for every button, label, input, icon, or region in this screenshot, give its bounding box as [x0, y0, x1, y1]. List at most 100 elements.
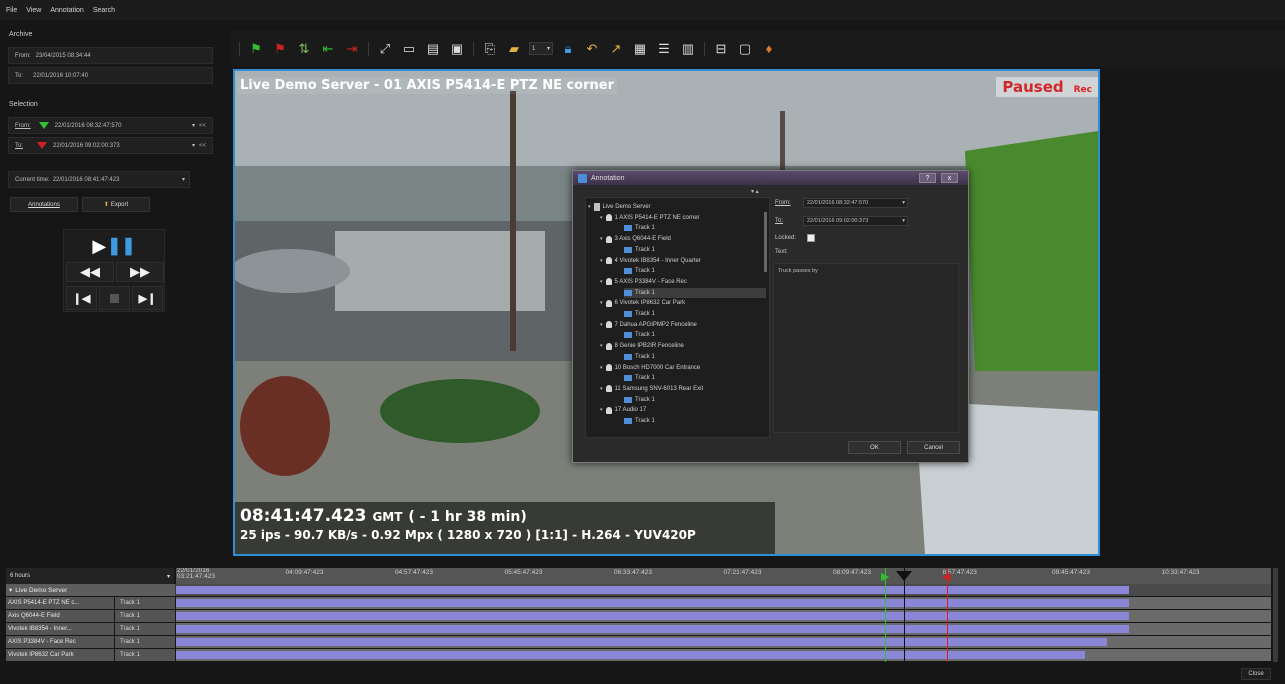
tree-expand-icon[interactable]: ▾ — [600, 407, 603, 413]
timeline-camera-name[interactable]: AXIS P5414-E PTZ NE c... — [6, 597, 114, 609]
tree-item-track[interactable]: Track 1 — [624, 352, 766, 362]
help-button[interactable]: ? — [919, 173, 936, 183]
menu-search[interactable]: Search — [93, 7, 115, 14]
annotations-button[interactable]: Annotations — [10, 197, 78, 212]
tree-expand-icon[interactable]: ▾ — [600, 236, 603, 242]
dialog-close-button[interactable]: x — [941, 173, 958, 183]
timeline-track-area[interactable] — [176, 597, 1271, 609]
tree-expand-icon[interactable]: ▾ — [600, 258, 603, 264]
set-end-marker-icon[interactable]: ⚑ — [271, 40, 289, 58]
microphone-icon[interactable]: ♦ — [760, 40, 778, 58]
goto-end-marker-icon[interactable]: ⇥ — [343, 40, 361, 58]
tree-item-track[interactable]: Track 1 — [624, 245, 766, 255]
selection-from-dropdown-icon[interactable]: ▾ — [192, 122, 195, 129]
zoom-select[interactable]: 1 ▾ — [529, 42, 553, 55]
tree-item-track[interactable]: Track 1 — [624, 416, 766, 426]
tree-item-camera[interactable]: ▾ 5 AXIS P3384V - Face Rec — [600, 277, 766, 287]
redo-icon[interactable]: ↗ — [607, 40, 625, 58]
tree-item-track[interactable]: Track 1 — [624, 287, 766, 298]
tree-item-camera[interactable]: ▾ 11 Samsung SNV-6013 Rear Exit — [600, 384, 766, 394]
locked-checkbox[interactable] — [807, 234, 815, 242]
close-button[interactable]: Close — [1241, 668, 1271, 680]
start-flag-icon[interactable]: ▶ — [881, 570, 889, 583]
tree-item-server[interactable]: ▾ Live Demo Server — [588, 202, 766, 212]
tree-item-audio[interactable]: ▾ 17 Audio 17 — [600, 405, 766, 415]
folder-icon[interactable]: ▰ — [505, 40, 523, 58]
undo-icon[interactable]: ↶ — [583, 40, 601, 58]
cancel-button[interactable]: Cancel — [907, 441, 960, 454]
dialog-from-field[interactable]: 22/01/2016 08:32:47:570 ▾ — [803, 198, 908, 208]
set-start-marker-icon[interactable]: ⚑ — [247, 40, 265, 58]
tree-item-track[interactable]: Track 1 — [624, 395, 766, 405]
snapshot-icon[interactable]: ▣ — [448, 40, 466, 58]
timeline-row[interactable]: Vivotek IP8632 Car Park Track 1 — [6, 649, 1271, 662]
tree-expand-icon[interactable]: ▾ — [600, 300, 603, 306]
tree-expand-icon[interactable]: ▾ — [600, 215, 603, 221]
end-flag-icon[interactable]: ◀ — [942, 570, 950, 583]
timeline-scrollbar[interactable] — [1273, 568, 1278, 662]
timeline-row[interactable]: AXIS P5414-E PTZ NE c... Track 1 — [6, 597, 1271, 610]
screen-icon[interactable]: ▢ — [736, 40, 754, 58]
tree-item-camera[interactable]: ▾ 3 Axis Q6044-E Field — [600, 234, 766, 244]
timeline-row[interactable]: Axis Q6044-E Field Track 1 — [6, 610, 1271, 623]
menu-view[interactable]: View — [26, 7, 41, 14]
play-pause-button[interactable]: ▶ ❚❚ — [64, 232, 164, 260]
fullscreen-icon[interactable]: ⤢ — [376, 40, 394, 58]
menu-file[interactable]: File — [6, 7, 17, 14]
tree-collapse-icon[interactable]: ▾ ▴ — [751, 188, 759, 195]
tree-item-track[interactable]: Track 1 — [624, 373, 766, 383]
timeline-range-select[interactable]: 6 hours ▾ — [6, 568, 174, 584]
tree-item-track[interactable]: Track 1 — [624, 266, 766, 276]
dialog-to-field[interactable]: 22/01/2016 09:02:00:373 ▾ — [803, 216, 908, 226]
playhead-icon[interactable] — [896, 571, 912, 581]
timeline-camera-name[interactable]: AXIS P3384V - Face Rec — [6, 636, 114, 648]
selection-to-dropdown-icon[interactable]: ▾ — [192, 142, 195, 149]
layout-icon[interactable]: ▤ — [424, 40, 442, 58]
tree-expand-icon[interactable]: ▾ — [600, 386, 603, 392]
tree-expand-icon[interactable]: ▾ — [600, 365, 603, 371]
window-icon[interactable]: ⊟ — [712, 40, 730, 58]
server-track-area[interactable] — [176, 584, 1271, 596]
tree-item-camera[interactable]: ▾ 4 Vivotek IB8354 - Inner Quarter — [600, 256, 766, 266]
ok-button[interactable]: OK — [848, 441, 901, 454]
timeline-track-area[interactable] — [176, 636, 1271, 648]
bookmark-icon[interactable]: ▦ — [631, 40, 649, 58]
timeline-camera-name[interactable]: Vivotek IB8354 - Inner... — [6, 623, 114, 635]
export-clip-icon[interactable]: ⎘ — [481, 40, 499, 58]
tree-item-camera[interactable]: ▾ 1 AXIS P5414-E PTZ NE corner — [600, 213, 766, 223]
selection-to-rewind-button[interactable]: << — [199, 143, 206, 149]
current-time-dropdown-icon[interactable]: ▾ — [182, 176, 185, 183]
timeline-row[interactable]: AXIS P3384V - Face Rec Track 1 — [6, 636, 1271, 649]
monitor-icon[interactable]: ▭ — [400, 40, 418, 58]
skip-forward-button[interactable]: ▶❙ — [132, 286, 163, 310]
tree-scrollbar[interactable] — [764, 212, 767, 272]
goto-start-marker-icon[interactable]: ⇤ — [319, 40, 337, 58]
timeline-camera-name[interactable]: Axis Q6044-E Field — [6, 610, 114, 622]
camera-tree[interactable]: ▾ Live Demo Server ▾ 1 AXIS P5414-E PTZ NE … — [585, 197, 770, 438]
timeline-track-area[interactable] — [176, 623, 1271, 635]
selection-to-value[interactable]: 22/01/2016 09:02:00:373 — [53, 143, 120, 149]
rewind-button[interactable]: ◀◀ — [66, 262, 114, 282]
fast-forward-button[interactable]: ▶▶ — [116, 262, 164, 282]
dialog-titlebar[interactable]: Annotation — [573, 171, 968, 185]
selection-from-rewind-button[interactable]: << — [199, 123, 206, 129]
timeline-ruler[interactable]: 22/01/2016 03:21:47:423 04:09:47:423 04:57… — [176, 568, 1271, 584]
tree-expand-icon[interactable]: ▾ — [600, 279, 603, 285]
select-both-icon[interactable]: ⇅ — [295, 40, 313, 58]
columns-icon[interactable]: ▥ — [679, 40, 697, 58]
tree-item-camera[interactable]: ▾ 6 Vivotek IP8632 Car Park — [600, 298, 766, 308]
tree-item-camera[interactable]: ▾ 7 Dahua APGIPMP2 Fenceline — [600, 320, 766, 330]
timeline-track-area[interactable] — [176, 649, 1271, 661]
menu-annotation[interactable]: Annotation — [50, 7, 83, 14]
annotation-text-field[interactable]: Truck passes by — [773, 263, 959, 433]
tree-item-track[interactable]: Track 1 — [624, 223, 766, 233]
skip-back-button[interactable]: ❙◀ — [66, 286, 97, 310]
current-time-field[interactable]: Current time: 22/01/2016 08:41:47:423 ▾ — [8, 171, 190, 188]
timeline-camera-name[interactable]: Vivotek IP8632 Car Park — [6, 649, 114, 661]
tree-expand-icon[interactable]: ▾ — [600, 343, 603, 349]
tree-item-camera[interactable]: ▾ 8 Genie IPB2IR Fenceline — [600, 341, 766, 351]
timeline-track-area[interactable] — [176, 610, 1271, 622]
tree-item-track[interactable]: Track 1 — [624, 330, 766, 340]
report-icon[interactable]: ☰ — [655, 40, 673, 58]
selection-from-value[interactable]: 22/01/2016 08:32:47:570 — [55, 123, 122, 129]
